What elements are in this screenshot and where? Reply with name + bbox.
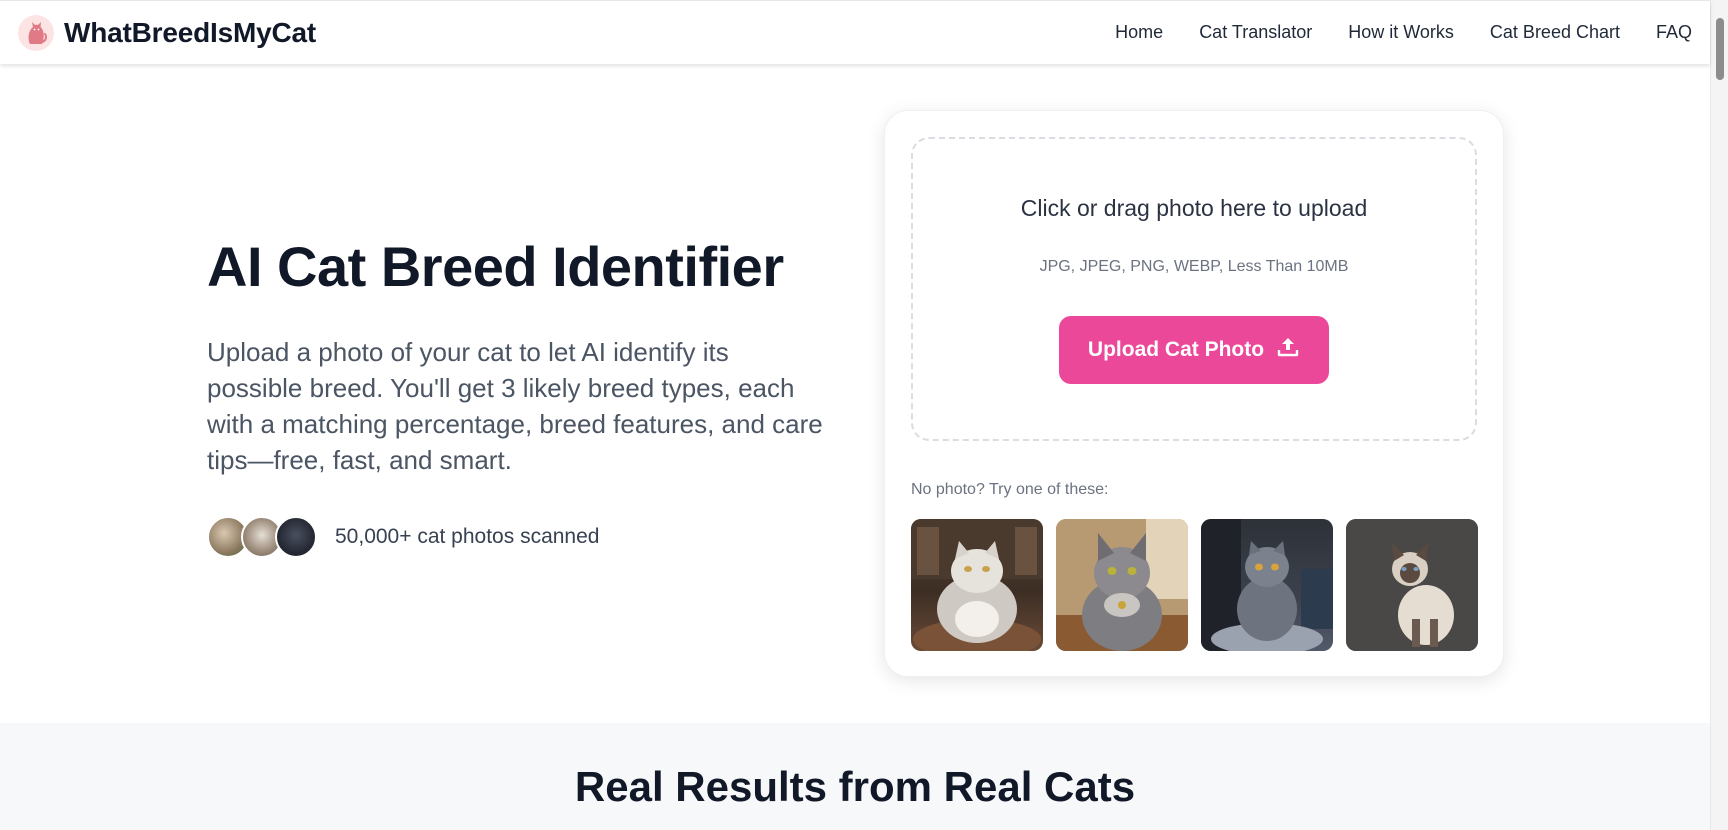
sample-photos: [911, 519, 1478, 651]
social-proof: 50,000+ cat photos scanned: [207, 516, 599, 558]
nav-home[interactable]: Home: [1115, 22, 1163, 43]
hero-description: Upload a photo of your cat to let AI ide…: [207, 336, 823, 475]
cat-logo-icon: [18, 14, 54, 51]
page-scrollbar[interactable]: [1710, 0, 1728, 830]
sample-photo-persian-cat[interactable]: [911, 519, 1043, 651]
dropzone-title: Click or drag photo here to upload: [1020, 195, 1368, 221]
upload-dropzone[interactable]: Click or drag photo here to upload JPG, …: [911, 137, 1477, 441]
scrollbar-thumb[interactable]: [1716, 18, 1724, 80]
site-header: WhatBreedIsMyCat Home Cat Translator How…: [0, 0, 1710, 64]
avatar-group: [207, 516, 317, 558]
sample-photo-british-shorthair[interactable]: [1201, 519, 1333, 651]
sample-photo-siamese-cat[interactable]: [1346, 519, 1478, 651]
upload-card: Click or drag photo here to upload JPG, …: [884, 110, 1504, 677]
main-nav: Home Cat Translator How it Works Cat Bre…: [1115, 22, 1692, 43]
avatar: [275, 516, 317, 558]
scan-count-text: 50,000+ cat photos scanned: [335, 525, 600, 548]
upload-icon: [1276, 335, 1300, 365]
sample-photo-maine-coon[interactable]: [1056, 519, 1188, 651]
upload-cat-photo-button[interactable]: Upload Cat Photo: [1059, 316, 1329, 384]
page-title: AI Cat Breed Identifier: [207, 235, 784, 298]
hero-text: AI Cat Breed Identifier Upload a photo o…: [207, 236, 827, 478]
brand-name: WhatBreedIsMyCat: [64, 16, 316, 48]
nav-how-it-works[interactable]: How it Works: [1348, 22, 1454, 43]
nav-cat-translator[interactable]: Cat Translator: [1199, 22, 1312, 43]
file-format-hint: JPG, JPEG, PNG, WEBP, Less Than 10MB: [1039, 258, 1349, 275]
results-section: Real Results from Real Cats: [0, 723, 1710, 830]
section-title: Real Results from Real Cats: [574, 763, 1136, 810]
brand[interactable]: WhatBreedIsMyCat: [18, 14, 316, 51]
sample-prompt: No photo? Try one of these:: [911, 481, 1109, 498]
nav-cat-breed-chart[interactable]: Cat Breed Chart: [1490, 22, 1620, 43]
upload-button-label: Upload Cat Photo: [1087, 338, 1265, 361]
nav-faq[interactable]: FAQ: [1656, 22, 1692, 43]
